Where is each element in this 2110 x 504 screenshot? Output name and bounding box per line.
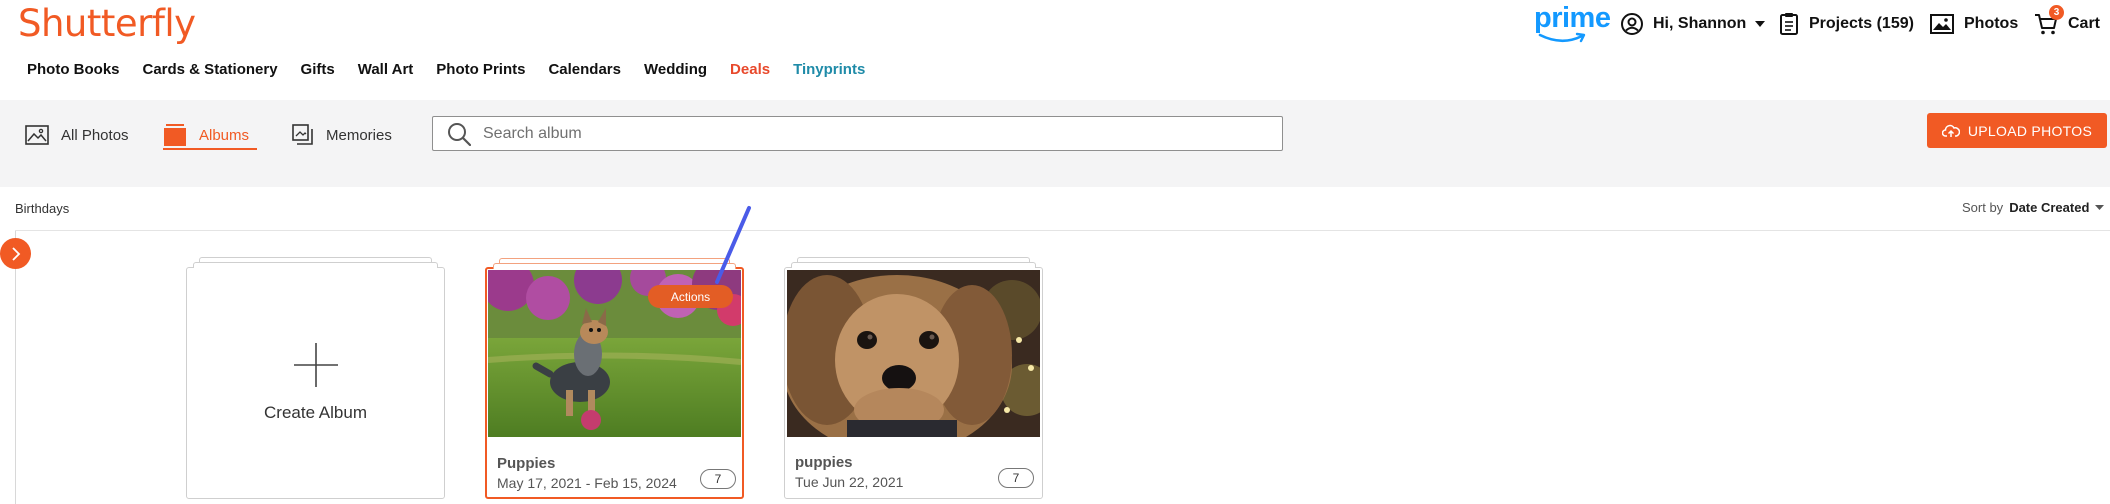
- nav-photo-books[interactable]: Photo Books: [27, 61, 120, 78]
- album-card-puppies-2[interactable]: puppies Tue Jun 22, 2021 7: [784, 257, 1043, 499]
- tab-albums-label: Albums: [199, 126, 250, 144]
- category-nav: Photo Books Cards & Stationery Gifts Wal…: [27, 61, 888, 78]
- cart-label: Cart: [2068, 15, 2101, 32]
- album-card-puppies[interactable]: Actions Puppies May 17, 2021 - Feb 15, 2…: [485, 258, 744, 499]
- projects-label: Projects (159): [1809, 15, 1914, 32]
- prime-smile-icon: [1538, 32, 1586, 43]
- caret-down-icon: [2095, 205, 2105, 210]
- expand-sidebar-button[interactable]: [0, 238, 31, 269]
- upload-photos-label: UPLOAD PHOTOS: [1967, 122, 2093, 139]
- cloud-upload-icon: [1941, 124, 1960, 137]
- timeline-line: [15, 231, 16, 504]
- album-actions-button[interactable]: Actions: [648, 285, 733, 308]
- image-icon: [1930, 14, 1954, 34]
- memories-icon: [292, 124, 313, 145]
- nav-wedding[interactable]: Wedding: [644, 61, 707, 78]
- tab-all-photos[interactable]: All Photos: [25, 118, 129, 152]
- cart-count-badge: 3: [2049, 5, 2064, 20]
- tab-memories-label: Memories: [326, 126, 392, 144]
- section-title: Birthdays: [15, 201, 70, 216]
- upload-photos-button[interactable]: UPLOAD PHOTOS: [1927, 113, 2107, 148]
- clipboard-icon: [1780, 13, 1798, 35]
- tab-all-photos-label: All Photos: [61, 126, 129, 144]
- album-date-range: May 17, 2021 - Feb 15, 2024: [497, 475, 677, 491]
- tab-memories[interactable]: Memories: [292, 118, 392, 152]
- album-photo-count: 7: [998, 468, 1034, 488]
- caret-down-icon: [1755, 21, 1766, 27]
- card-stack-edge: [791, 262, 1036, 268]
- album-name: puppies: [795, 454, 853, 471]
- projects-link[interactable]: Projects (159): [1779, 10, 1914, 38]
- user-circle-icon: [1621, 13, 1643, 35]
- active-tab-indicator: [163, 148, 257, 150]
- tab-albums[interactable]: Albums: [163, 118, 249, 152]
- search-icon: [448, 122, 471, 146]
- albums-icon: [164, 124, 186, 146]
- card-stack-edge: [493, 263, 736, 269]
- create-album-label: Create Album: [264, 403, 367, 422]
- chevron-right-icon: [11, 246, 20, 261]
- album-cover-photo: [787, 270, 1040, 437]
- account-menu[interactable]: Hi, Shannon: [1620, 10, 1766, 38]
- section-divider: [15, 230, 2110, 231]
- nav-calendars[interactable]: Calendars: [548, 61, 621, 78]
- plus-icon: [293, 343, 338, 387]
- sort-value: Date Created: [2009, 200, 2090, 215]
- image-icon: [25, 125, 49, 145]
- sort-prefix: Sort by: [1962, 200, 2004, 215]
- cart-icon: 3: [2034, 5, 2064, 36]
- cart-link[interactable]: 3 Cart: [2034, 5, 2101, 38]
- shutterfly-logo[interactable]: Shutterfly: [18, 2, 196, 45]
- nav-cards-stationery[interactable]: Cards & Stationery: [143, 61, 278, 78]
- prime-badge[interactable]: prime: [1534, 2, 1611, 46]
- create-album-card[interactable]: Create Album: [186, 257, 445, 499]
- photos-link[interactable]: Photos: [1930, 10, 2018, 38]
- nav-photo-prints[interactable]: Photo Prints: [436, 61, 525, 78]
- nav-deals[interactable]: Deals: [730, 61, 770, 78]
- photos-label: Photos: [1964, 15, 2019, 32]
- album-photo-count: 7: [700, 469, 736, 489]
- album-name: Puppies: [497, 455, 556, 472]
- nav-tinyprints[interactable]: Tinyprints: [793, 61, 865, 78]
- search-input[interactable]: [483, 124, 1243, 143]
- nav-wall-art[interactable]: Wall Art: [358, 61, 414, 78]
- album-date: Tue Jun 22, 2021: [795, 474, 904, 490]
- prime-label: prime: [1534, 2, 1611, 34]
- user-greeting: Hi, Shannon: [1653, 15, 1747, 32]
- site-header: Shutterfly prime Hi, Shannon Projects (1…: [0, 0, 2110, 100]
- nav-gifts[interactable]: Gifts: [301, 61, 335, 78]
- sort-dropdown[interactable]: Sort by Date Created: [1962, 200, 2105, 215]
- album-search-box[interactable]: [432, 116, 1283, 151]
